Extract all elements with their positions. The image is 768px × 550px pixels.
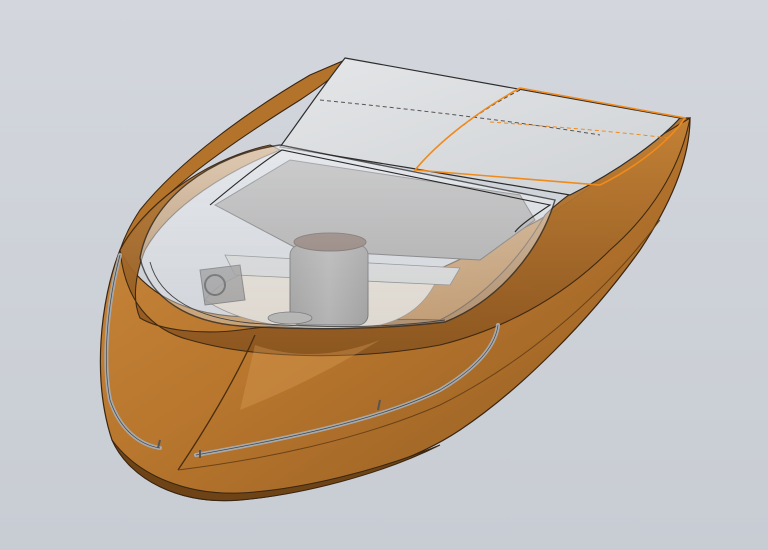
- cad-3d-viewport[interactable]: [0, 0, 768, 550]
- boat-model[interactable]: [0, 0, 768, 550]
